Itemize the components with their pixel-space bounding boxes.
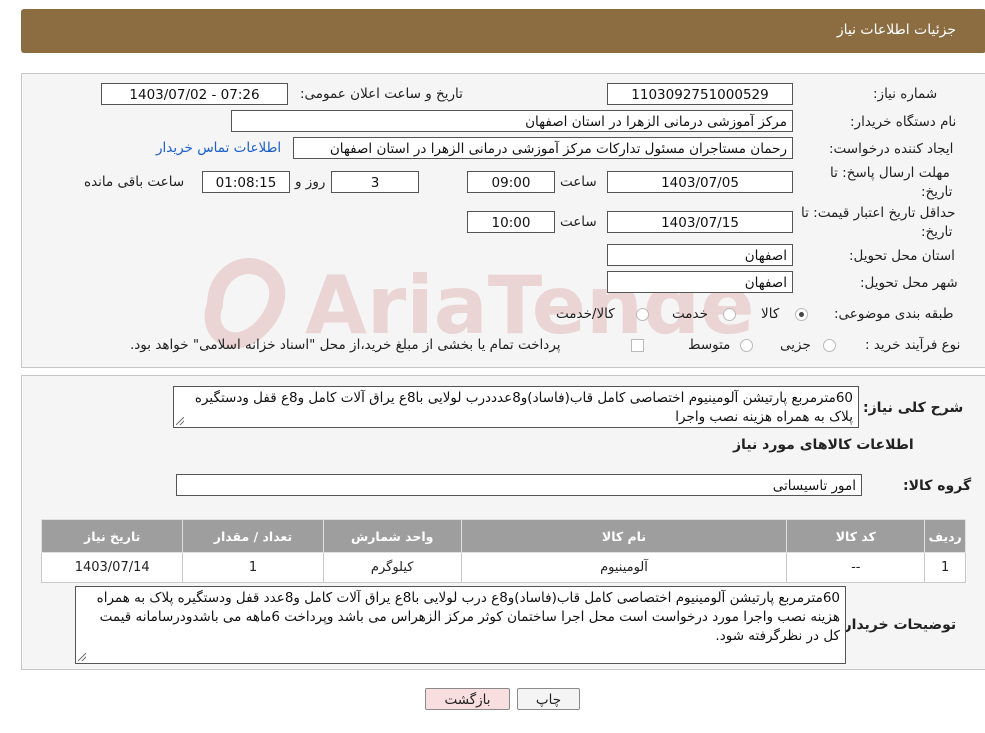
buyer-notes-text: 60مترمربع پارتیشن آلومینیوم اختصاصی کامل…	[96, 590, 840, 644]
category-radio-goods-service[interactable]	[636, 308, 649, 321]
process-radio-minor[interactable]	[823, 339, 836, 352]
page-title: جزئیات اطلاعات نیاز	[836, 22, 956, 38]
reply-deadline-label-date: تاریخ:	[921, 184, 953, 200]
category-option-goods: کالا	[761, 306, 780, 322]
col-unit: واحد شمارش	[322, 519, 462, 553]
buyer-contact-link[interactable]: اطلاعات تماس خریدار	[156, 140, 281, 156]
print-button[interactable]: چاپ	[517, 688, 580, 710]
price-time-label: ساعت	[560, 214, 597, 230]
reply-date-field: 1403/07/05	[607, 171, 793, 193]
table-row: 1 -- آلومینیوم کیلوگرم 1 1403/07/14	[40, 552, 966, 583]
buyer-org-field: مرکز آموزشی درمانی الزهرا در استان اصفها…	[231, 110, 793, 132]
reply-time-field: 09:00	[467, 171, 555, 193]
watermark-logo-mark	[204, 258, 286, 349]
group-field: امور تاسیساتی	[176, 474, 862, 496]
creator-label: ایجاد کننده درخواست:	[829, 141, 954, 157]
province-label: استان محل تحویل:	[849, 248, 955, 264]
days-field: 3	[331, 171, 419, 193]
announce-label: تاریخ و ساعت اعلان عمومی:	[300, 86, 463, 102]
buyer-notes-label: توضیحات خریدار:	[838, 617, 957, 633]
category-option-service: خدمت	[672, 306, 708, 322]
need-number-field: 1103092751000529	[607, 83, 793, 105]
buyer-org-label: نام دستگاه خریدار:	[850, 114, 957, 130]
cell-quantity: 1	[182, 552, 324, 583]
process-label: نوع فرآیند خرید :	[865, 337, 961, 353]
col-item-name: نام کالا	[460, 519, 788, 553]
category-radio-service[interactable]	[723, 308, 736, 321]
cell-item-code: --	[786, 552, 926, 583]
city-label: شهر محل تحویل:	[860, 275, 958, 291]
creator-field: رحمان مستاجران مسئول تدارکات مرکز آموزشی…	[293, 137, 793, 159]
cell-need-date: 1403/07/14	[40, 552, 184, 583]
page-header: جزئیات اطلاعات نیاز	[21, 9, 985, 53]
remaining-time-field: 01:08:15	[202, 171, 290, 193]
col-row-number: ردیف	[924, 519, 966, 553]
col-need-date: تاریخ نیاز	[40, 519, 184, 553]
treasury-payment-checkbox[interactable]	[631, 339, 644, 352]
cell-row-number: 1	[924, 552, 966, 583]
items-table: ردیف کد کالا نام کالا واحد شمارش تعداد /…	[40, 519, 966, 583]
price-validity-label-date: تاریخ:	[921, 224, 953, 240]
items-section-title: اطلاعات کالاهای مورد نیاز	[733, 437, 914, 453]
resize-grip-icon[interactable]	[78, 653, 86, 661]
price-date-field: 1403/07/15	[607, 211, 793, 233]
reply-time-label: ساعت	[560, 174, 597, 190]
announce-field: 1403/07/02 - 07:26	[101, 83, 288, 105]
price-time-field: 10:00	[467, 211, 555, 233]
process-radio-medium[interactable]	[740, 339, 753, 352]
cell-item-name: آلومینیوم	[460, 552, 788, 583]
summary-textarea[interactable]: 60مترمربع پارتیشن آلومینیوم اختصاصی کامل…	[173, 386, 859, 428]
remaining-time-label: ساعت باقی مانده	[84, 174, 185, 190]
need-number-label: شماره نیاز:	[873, 86, 938, 102]
group-label: گروه کالا:	[903, 478, 972, 494]
back-button[interactable]: بازگشت	[425, 688, 510, 710]
process-option-minor: جزیی	[780, 337, 811, 353]
buyer-notes-textarea[interactable]: 60مترمربع پارتیشن آلومینیوم اختصاصی کامل…	[75, 586, 846, 664]
price-validity-label: حداقل تاریخ اعتبار قیمت: تا	[801, 205, 956, 221]
category-option-goods-service: کالا/خدمت	[556, 306, 615, 322]
category-radio-goods[interactable]	[795, 308, 808, 321]
col-item-code: کد کالا	[786, 519, 926, 553]
col-quantity: تعداد / مقدار	[182, 519, 324, 553]
summary-label: شرح کلی نیاز:	[863, 400, 964, 416]
summary-text: 60مترمربع پارتیشن آلومینیوم اختصاصی کامل…	[194, 390, 853, 425]
province-field: اصفهان	[607, 244, 793, 266]
reply-deadline-label: مهلت ارسال پاسخ: تا	[830, 165, 950, 181]
treasury-payment-note: پرداخت تمام یا بخشی از مبلغ خرید،از محل …	[130, 337, 561, 353]
items-table-header-row: ردیف کد کالا نام کالا واحد شمارش تعداد /…	[40, 519, 966, 553]
city-field: اصفهان	[607, 271, 793, 293]
days-label: روز و	[295, 174, 326, 190]
process-option-medium: متوسط	[688, 337, 731, 353]
cell-unit: کیلوگرم	[322, 552, 462, 583]
resize-grip-icon[interactable]	[176, 417, 184, 425]
category-label: طبقه بندی موضوعی:	[834, 306, 954, 322]
